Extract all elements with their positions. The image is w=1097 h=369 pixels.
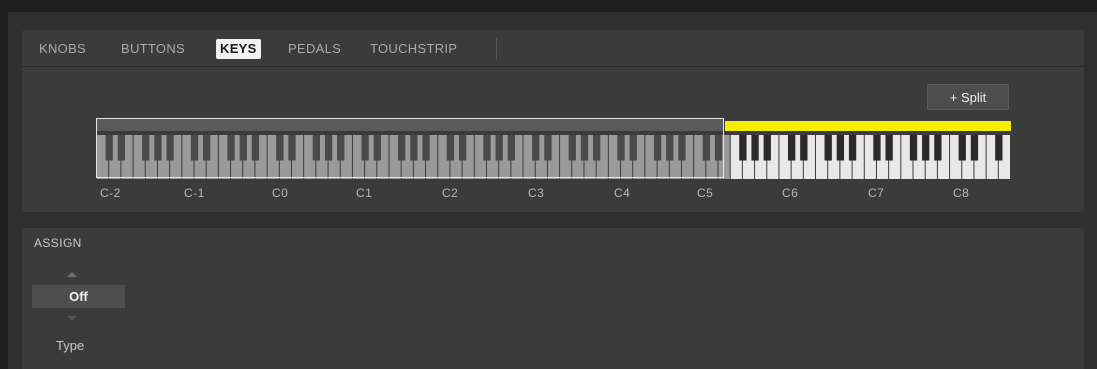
black-key[interactable]	[276, 135, 284, 161]
black-key[interactable]	[763, 135, 771, 161]
octave-label-c8: C8	[953, 186, 970, 200]
black-key[interactable]	[142, 135, 150, 161]
black-key[interactable]	[702, 135, 710, 161]
black-key[interactable]	[995, 135, 1003, 161]
black-key[interactable]	[324, 135, 333, 161]
type-value-selector[interactable]: Off	[32, 285, 125, 308]
black-key[interactable]	[410, 135, 418, 161]
black-key[interactable]	[507, 135, 515, 161]
black-key[interactable]	[800, 135, 808, 161]
black-key[interactable]	[836, 135, 845, 161]
assign-title: ASSIGN	[34, 236, 82, 250]
keys-panel: KNOBS BUTTONS KEYS PEDALS TOUCHSTRIP + S…	[22, 30, 1084, 212]
black-key[interactable]	[678, 135, 686, 161]
black-key[interactable]	[580, 135, 589, 161]
tab-divider	[496, 38, 497, 60]
black-key[interactable]	[739, 135, 747, 161]
octave-label-c1: C1	[356, 186, 373, 200]
black-key[interactable]	[873, 135, 881, 161]
octave-label-c6: C6	[782, 186, 799, 200]
black-key[interactable]	[288, 135, 296, 161]
zone-bar-right[interactable]	[725, 121, 1011, 131]
black-key[interactable]	[934, 135, 942, 161]
decrement-arrow-icon[interactable]	[67, 316, 77, 321]
black-key[interactable]	[532, 135, 540, 161]
black-key[interactable]	[239, 135, 247, 161]
black-key[interactable]	[544, 135, 552, 161]
black-key[interactable]	[885, 135, 893, 161]
tab-touchstrip[interactable]: TOUCHSTRIP	[370, 39, 457, 59]
tab-bar: KNOBS BUTTONS KEYS PEDALS TOUCHSTRIP	[22, 30, 1084, 67]
black-key[interactable]	[824, 135, 832, 161]
black-key[interactable]	[970, 135, 979, 161]
octave-label-c5: C5	[697, 186, 714, 200]
increment-arrow-icon[interactable]	[67, 272, 77, 277]
black-key[interactable]	[105, 135, 113, 161]
tab-pedals[interactable]: PEDALS	[288, 39, 341, 59]
octave-label-c3: C3	[528, 186, 545, 200]
black-key[interactable]	[203, 135, 211, 161]
octave-label-c2: C2	[442, 186, 459, 200]
black-key[interactable]	[166, 135, 174, 161]
black-key[interactable]	[446, 135, 455, 161]
black-key[interactable]	[361, 135, 369, 161]
octave-label-c-2: C-2	[100, 186, 121, 200]
split-button[interactable]: + Split	[927, 84, 1009, 110]
black-key[interactable]	[312, 135, 321, 161]
black-key[interactable]	[593, 135, 601, 161]
black-key[interactable]	[848, 135, 857, 161]
zone-bar-left[interactable]	[97, 119, 724, 131]
keyboard-zone-display	[96, 118, 1011, 179]
black-key[interactable]	[922, 135, 930, 161]
black-key[interactable]	[337, 135, 345, 161]
black-key[interactable]	[422, 135, 430, 161]
black-key[interactable]	[714, 135, 723, 161]
black-key[interactable]	[483, 135, 491, 161]
black-key[interactable]	[154, 135, 162, 161]
assign-panel: ASSIGN Off Type	[22, 228, 1084, 369]
piano-keyboard[interactable]	[97, 135, 1011, 179]
tab-knobs[interactable]: KNOBS	[39, 39, 86, 59]
black-key[interactable]	[227, 135, 235, 161]
black-key[interactable]	[373, 135, 381, 161]
octave-label-c4: C4	[614, 186, 631, 200]
black-key[interactable]	[398, 135, 406, 161]
black-key[interactable]	[653, 135, 662, 161]
black-key[interactable]	[251, 135, 260, 161]
black-key[interactable]	[629, 135, 637, 161]
tab-buttons[interactable]: BUTTONS	[121, 39, 185, 59]
black-key[interactable]	[458, 135, 467, 161]
tab-keys[interactable]: KEYS	[216, 39, 261, 59]
black-key[interactable]	[568, 135, 576, 161]
black-key[interactable]	[117, 135, 126, 161]
octave-label-c7: C7	[868, 186, 885, 200]
black-key[interactable]	[190, 135, 199, 161]
black-key[interactable]	[495, 135, 503, 161]
black-key[interactable]	[787, 135, 796, 161]
octave-label-c0: C0	[272, 186, 289, 200]
black-key[interactable]	[909, 135, 918, 161]
type-label: Type	[56, 338, 85, 353]
black-key[interactable]	[617, 135, 625, 161]
black-key[interactable]	[958, 135, 966, 161]
black-key[interactable]	[666, 135, 674, 161]
black-key[interactable]	[751, 135, 759, 161]
octave-label-c-1: C-1	[184, 186, 205, 200]
